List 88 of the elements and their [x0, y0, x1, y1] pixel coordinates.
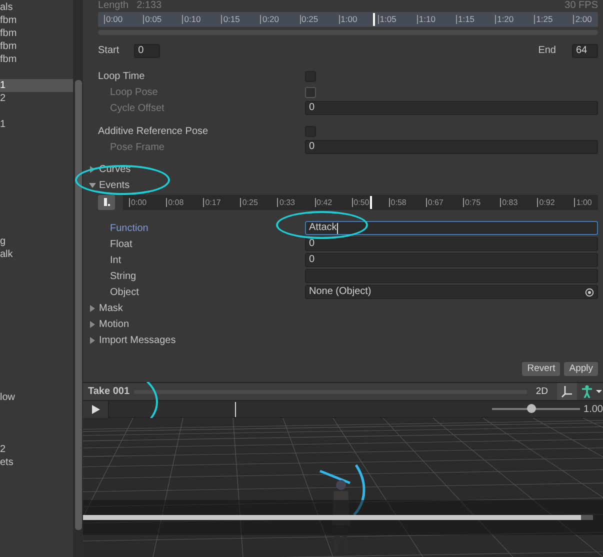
start-field[interactable]: 0: [134, 44, 160, 58]
foldout-label[interactable]: Events: [99, 178, 130, 192]
foldout-arrow-icon[interactable]: [89, 182, 96, 188]
foldout-arrow-icon[interactable]: [89, 304, 96, 312]
foldout-arrow-icon[interactable]: [89, 320, 96, 328]
event-marker-icon: [102, 198, 111, 207]
length-label: Length: [98, 0, 129, 12]
ruler-tick-label: 0:05: [143, 15, 162, 24]
text-field[interactable]: 0: [305, 237, 598, 251]
ruler-tick-label: 1:25: [534, 15, 553, 24]
length-value: 2:133: [136, 0, 162, 12]
ruler-tick-label: 1:20: [495, 15, 514, 24]
ruler-tick-label: 0:67: [426, 198, 444, 207]
ruler-tick-label: 0:25: [300, 15, 318, 24]
parameter-label: String: [110, 270, 136, 284]
add-event-button[interactable]: [98, 195, 115, 210]
ruler-tick-label: 0:08: [166, 198, 184, 207]
property-label: Loop Time: [98, 70, 145, 84]
sidebar-item[interactable]: ets: [0, 456, 73, 469]
start-label: Start: [98, 44, 120, 58]
ruler-tick-label: 0:58: [388, 198, 406, 207]
parameter-label: Object: [110, 286, 139, 300]
property-label: Pose Frame: [109, 140, 164, 154]
sidebar-item[interactable]: als: [0, 1, 73, 14]
playhead-marker[interactable]: [370, 196, 372, 209]
speed-value: 1.00: [584, 402, 603, 416]
property-label: Loop Pose: [109, 86, 158, 100]
ruler-tick-label: 0:20: [260, 15, 279, 24]
play-icon: [92, 404, 100, 414]
foldout-label[interactable]: Motion: [99, 316, 130, 332]
foldout-label[interactable]: Mask: [99, 300, 123, 316]
avatar-figure-icon[interactable]: [581, 385, 603, 398]
ruler-tick-label: 0:25: [240, 198, 258, 207]
ruler-tick-label: 0:10: [182, 15, 201, 24]
ruler-tick-label: 0:92: [537, 198, 555, 207]
preview-title: Take 001: [88, 385, 130, 399]
sidebar-item[interactable]: fbm: [0, 27, 73, 40]
sidebar-item[interactable]: fbm: [0, 14, 73, 27]
sidebar-item[interactable]: fbm: [0, 53, 73, 66]
ruler-tick-label: 1:00: [338, 15, 358, 24]
number-field: 0: [305, 101, 598, 115]
ruler-tick-label: 0:33: [277, 198, 296, 207]
end-label: End: [538, 44, 556, 58]
action-button[interactable]: Revert: [522, 362, 560, 376]
sidebar-item[interactable]: fbm: [0, 40, 73, 53]
number-field: 0: [305, 140, 598, 154]
sidebar-item[interactable]: 2: [0, 92, 73, 105]
playhead-marker[interactable]: [235, 402, 236, 416]
slider-thumb[interactable]: [527, 404, 536, 413]
text-field[interactable]: Attack: [305, 221, 598, 235]
play-button[interactable]: [83, 400, 109, 418]
sidebar-item[interactable]: g: [0, 235, 73, 248]
ruler-tick-label: 1:05: [378, 15, 396, 24]
ruler-tick-label: 1:00: [574, 198, 592, 207]
ruler-tick-label: 0:83: [500, 198, 518, 207]
parameter-label: Int: [110, 254, 122, 268]
ruler-tick-label: 0:17: [203, 198, 221, 207]
ruler-tick-label: 0:00: [104, 15, 123, 24]
sidebar-item[interactable]: 1: [0, 79, 73, 92]
pivot-axes-icon[interactable]: [557, 383, 577, 400]
ruler-tick-label: 1:15: [456, 15, 475, 24]
ruler-tick-label: 0:75: [462, 198, 481, 207]
action-button[interactable]: Apply: [564, 362, 598, 376]
ruler-tick-label: 1:10: [416, 15, 436, 24]
foldout-arrow-icon[interactable]: [89, 166, 96, 172]
sidebar-item[interactable]: 1: [0, 118, 73, 131]
ruler-tick-label: 2:00: [573, 15, 592, 24]
property-label: Cycle Offset: [109, 102, 164, 116]
ruler-tick-label: 0:50: [352, 198, 370, 207]
ruler-tick-label: 0:15: [221, 15, 240, 24]
fps-label: 30 FPS: [564, 0, 598, 12]
object-field[interactable]: None (Object): [305, 285, 598, 299]
playhead-marker[interactable]: [373, 13, 375, 26]
end-field[interactable]: 64: [572, 44, 598, 58]
parameter-label: Function: [110, 222, 148, 236]
sidebar-item[interactable]: low: [0, 391, 73, 404]
ruler-tick-label: 0:42: [314, 198, 332, 207]
sidebar-item[interactable]: 2: [0, 443, 73, 456]
target-icon[interactable]: [585, 288, 594, 296]
event-timeline-ruler[interactable]: 0:00 0:08 0:17 0:25 0:33 0:42 0:50 0:58 0:67 0:75 0:83 0:92 1:00: [123, 195, 598, 210]
property-label: Additive Reference Pose: [98, 124, 208, 138]
foldout-arrow-icon[interactable]: [89, 336, 96, 344]
parameter-label: Float: [110, 238, 132, 252]
timeline-ruler[interactable]: 0:00 0:05 0:10 0:15 0:20 0:25 1:00 1:05 1:10 1:15 1:20 1:25 2:00: [98, 12, 598, 27]
sidebar-item[interactable]: alk: [0, 248, 73, 261]
text-field[interactable]: 0: [305, 253, 598, 267]
foldout-label[interactable]: Import Messages: [99, 332, 176, 348]
ruler-tick-label: 0:00: [129, 198, 147, 207]
